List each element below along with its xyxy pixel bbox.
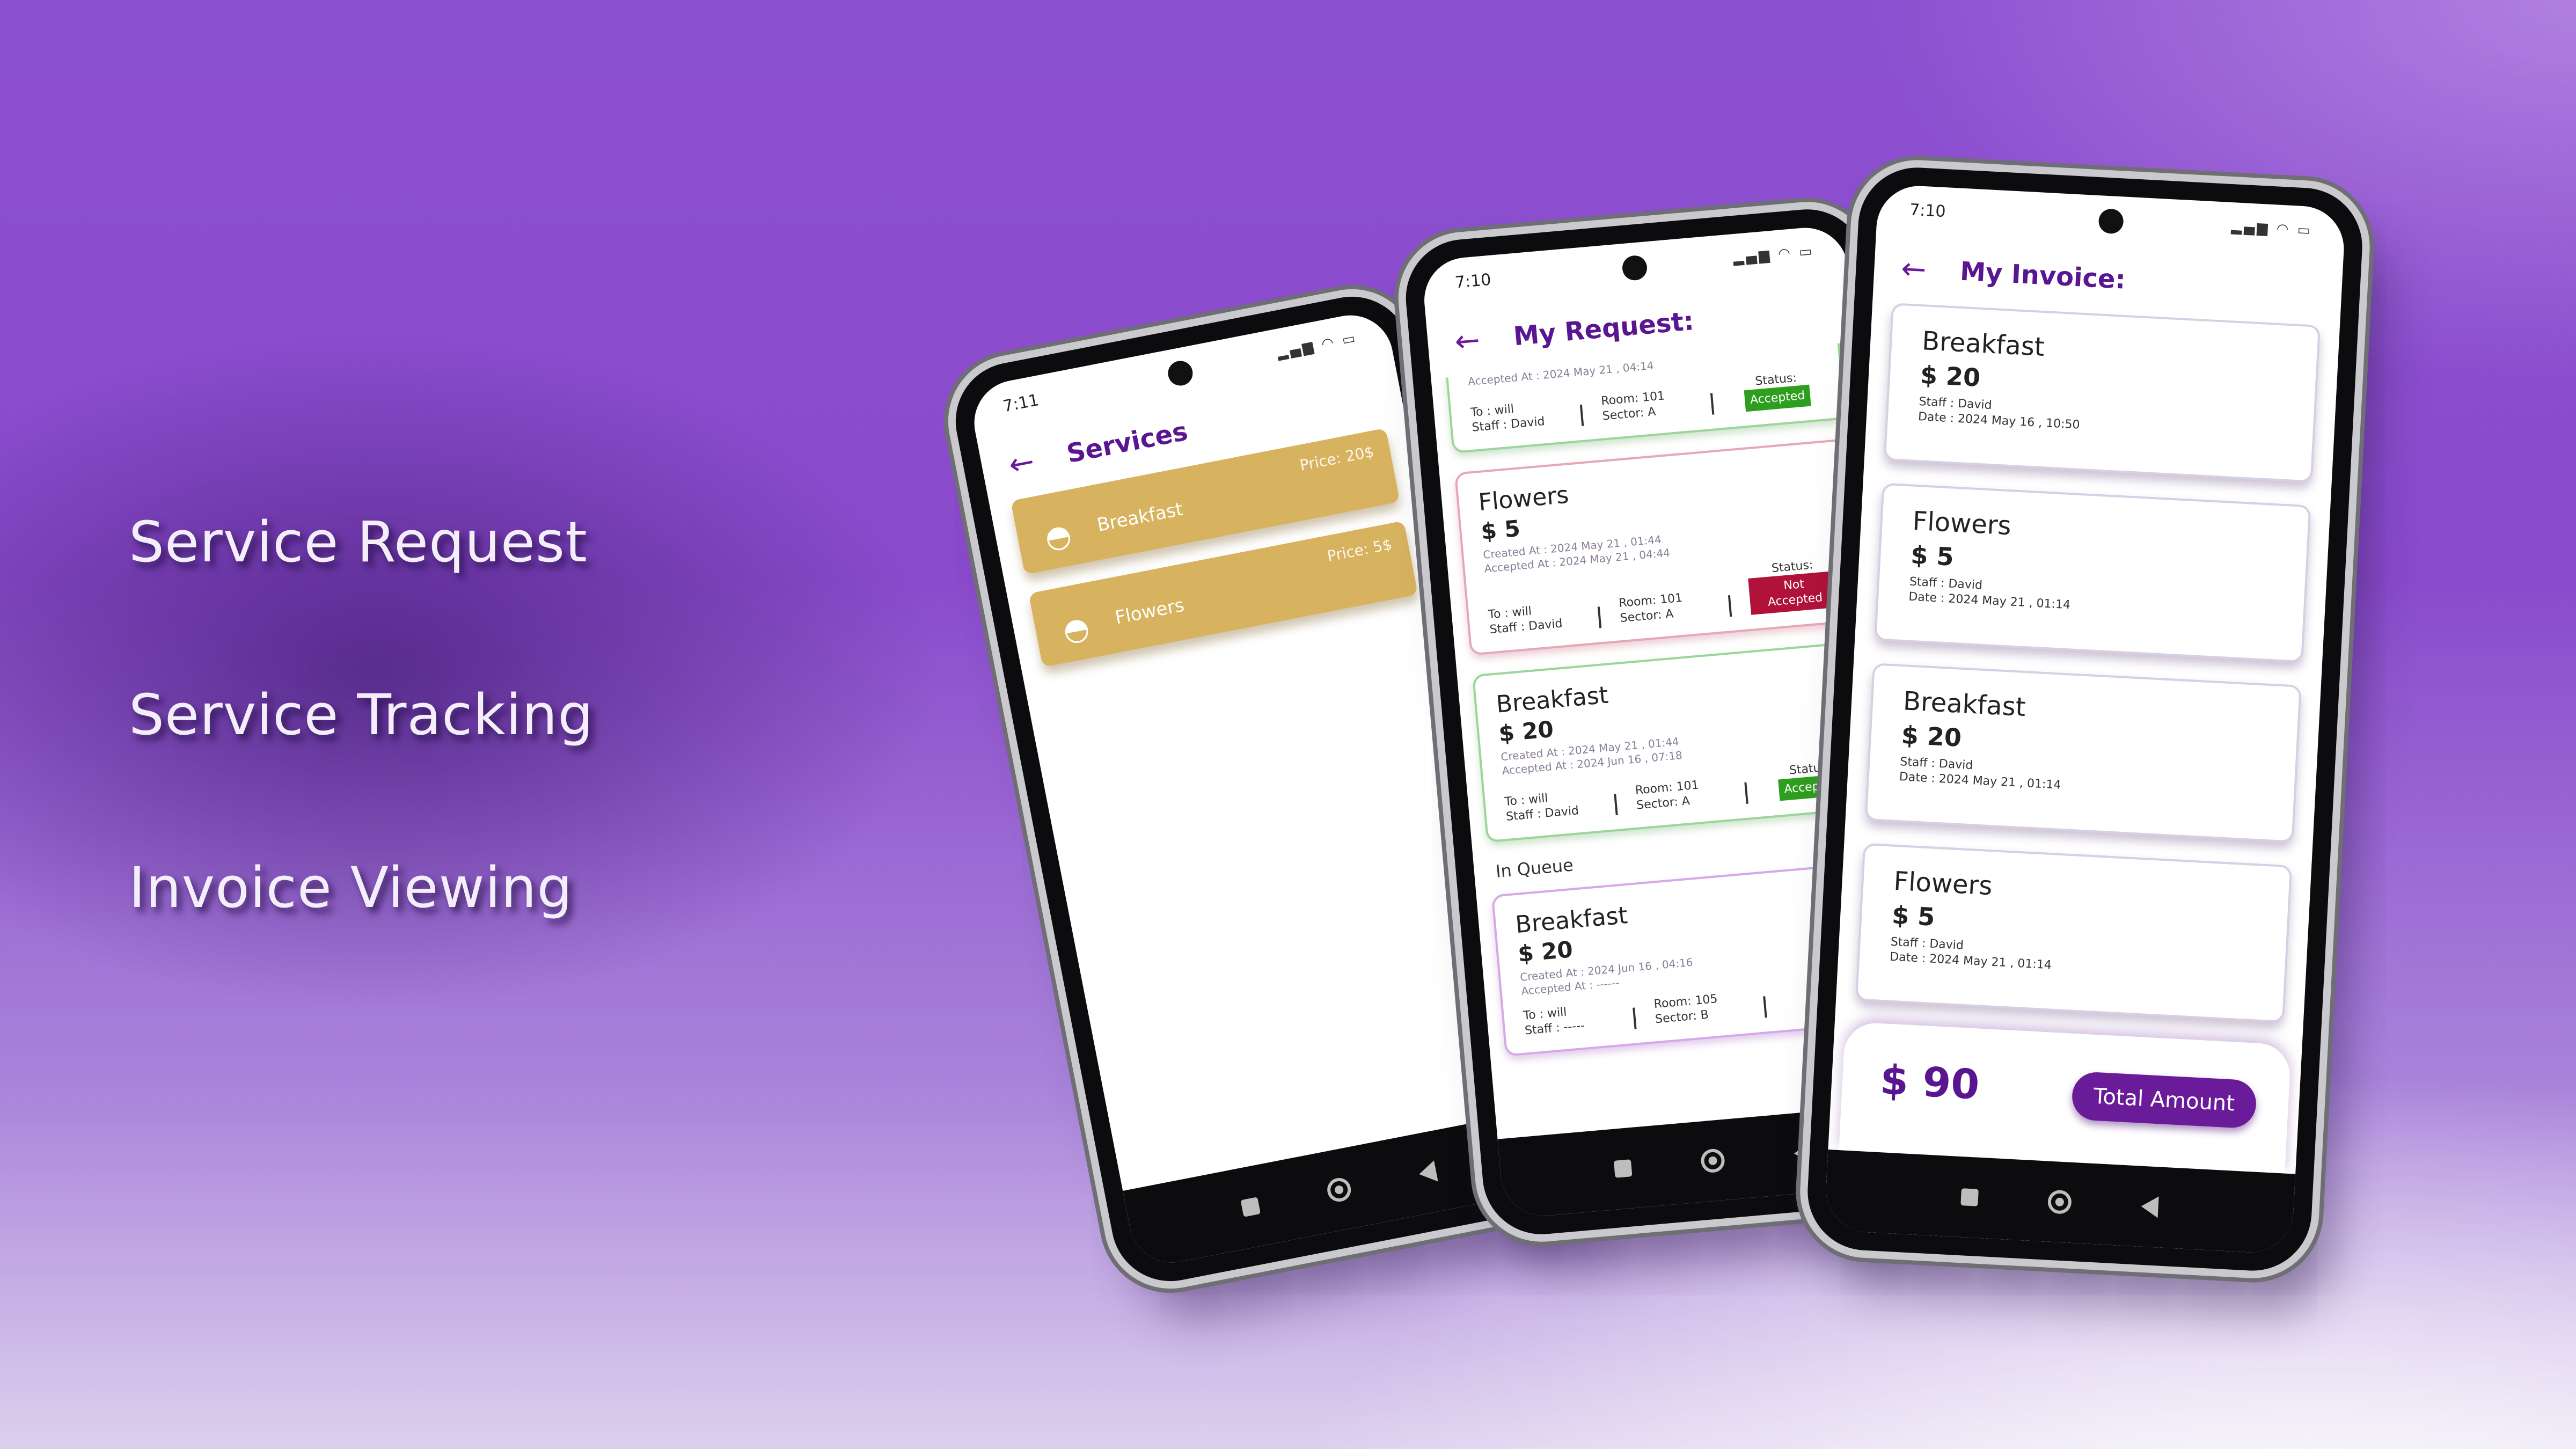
recents-icon[interactable] (1613, 1159, 1633, 1178)
divider (1710, 393, 1715, 415)
divider (1633, 1007, 1637, 1029)
total-bar: $ 90 Total Amount (1839, 1021, 2292, 1174)
divider (1579, 404, 1584, 426)
food-cloche-icon: ◓ (1060, 610, 1093, 649)
page-title: Services (1064, 416, 1190, 470)
total-amount-button[interactable]: Total Amount (2070, 1071, 2258, 1129)
page-title: My Request: (1512, 306, 1695, 352)
feature-invoice-viewing: Invoice Viewing (129, 855, 573, 920)
phone-invoice: 7:10 ▂▄▆ ◠ ▭ ← My Invoice: Breakfast $ 2… (1804, 164, 2366, 1274)
divider (1597, 606, 1602, 628)
status-badge: Not Accepted (1748, 570, 1841, 615)
feature-service-request: Service Request (129, 509, 588, 575)
invoice-card[interactable]: Breakfast $ 20 Staff : David Date : 2024… (1883, 303, 2321, 483)
total-value: $ 90 (1879, 1056, 1981, 1109)
request-card[interactable]: Breakfast $ 20 Created At : 2024 May 21 … (1472, 640, 1880, 843)
nav-back-icon[interactable] (2140, 1195, 2159, 1218)
feature-service-tracking: Service Tracking (129, 682, 594, 748)
recents-icon[interactable] (1960, 1188, 1979, 1206)
status-time: 7:10 (1454, 270, 1492, 292)
signal-wifi-battery-icon: ▂▄▆ ◠ ▭ (1276, 330, 1359, 362)
request-card[interactable]: Flowers $ 5 Created At : 2024 May 21 , 0… (1454, 438, 1864, 656)
service-price: Price: 20$ (1298, 442, 1375, 474)
home-icon[interactable] (1700, 1148, 1726, 1174)
invoice-list: Breakfast $ 20 Staff : David Date : 2024… (1835, 302, 2340, 1045)
status-time: 7:10 (1909, 200, 1946, 221)
page-title: My Invoice: (1959, 256, 2127, 295)
nav-back-icon[interactable] (1417, 1160, 1438, 1185)
divider (1744, 782, 1748, 804)
status-time: 7:11 (1001, 390, 1041, 416)
signal-wifi-battery-icon: ▂▄▆ ◠ ▭ (2230, 218, 2313, 239)
feature-list: Service Request Service Tracking Invoice… (129, 504, 594, 1023)
invoice-screen: 7:10 ▂▄▆ ◠ ▭ ← My Invoice: Breakfast $ 2… (1824, 184, 2346, 1255)
divider (1763, 996, 1767, 1018)
signal-wifi-battery-icon: ▂▄▆ ◠ ▭ (1732, 243, 1815, 267)
service-name: Breakfast (1095, 498, 1185, 536)
divider (1728, 595, 1732, 617)
service-price: Price: 5$ (1326, 535, 1394, 566)
back-arrow-icon[interactable]: ← (1900, 251, 1945, 288)
invoice-card[interactable]: Flowers $ 5 Staff : David Date : 2024 Ma… (1874, 482, 2311, 663)
recents-icon[interactable] (1240, 1197, 1261, 1217)
back-arrow-icon[interactable]: ← (1006, 440, 1055, 483)
service-name: Flowers (1113, 594, 1186, 629)
invoice-card[interactable]: Flowers $ 5 Staff : David Date : 2024 Ma… (1855, 843, 2293, 1023)
invoice-card[interactable]: Breakfast $ 20 Staff : David Date : 2024… (1864, 663, 2302, 843)
food-cloche-icon: ◓ (1042, 517, 1075, 557)
home-icon[interactable] (1325, 1176, 1353, 1204)
home-icon[interactable] (2047, 1189, 2072, 1214)
divider (1614, 793, 1618, 816)
back-arrow-icon[interactable]: ← (1453, 321, 1499, 360)
